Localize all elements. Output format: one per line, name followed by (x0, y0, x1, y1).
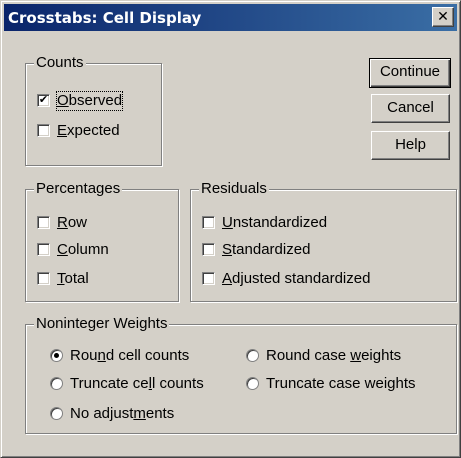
row-checkbox-box[interactable] (37, 216, 50, 229)
residuals-group-label: Residuals (199, 180, 269, 198)
total-checkbox-box[interactable] (37, 272, 50, 285)
residuals-group: Residuals Unstandardized Standardized Ad… (190, 180, 457, 302)
truncate-case-weights-radio-button[interactable] (246, 377, 259, 390)
percentages-group-label: Percentages (34, 180, 123, 198)
counts-group-label: Counts (34, 54, 86, 72)
no-adjustments-label: No adjustments (70, 405, 175, 422)
adjusted-standardized-checkbox-box[interactable] (202, 272, 215, 285)
truncate-cell-counts-label: Truncate cell counts (70, 375, 204, 392)
round-case-weights-radio-button[interactable] (246, 349, 259, 362)
column-checkbox-box[interactable] (37, 243, 50, 256)
round-cell-counts-label: Round cell counts (70, 347, 190, 364)
noninteger-weights-group-label: Noninteger Weights (34, 315, 170, 333)
row-label: Row (57, 214, 88, 231)
truncate-case-weights-label: Truncate case weights (266, 375, 416, 392)
unstandardized-label: Unstandardized (222, 214, 328, 231)
percentages-group: Percentages Row Column Total (25, 180, 179, 302)
help-button[interactable]: Help (371, 131, 450, 160)
crosstabs-cell-display-dialog: Crosstabs: Cell Display ✕ Counts ✔ Obser… (0, 0, 461, 458)
expected-checkbox-box[interactable] (37, 124, 50, 137)
counts-group: Counts ✔ Observed Expected (25, 54, 162, 166)
column-label: Column (57, 241, 109, 258)
truncate-cell-counts-radio-button[interactable] (50, 377, 63, 390)
window-title: Crosstabs: Cell Display (8, 9, 202, 27)
observed-label: Observed (55, 91, 124, 111)
adjusted-standardized-label: Adjusted standardized (222, 270, 371, 287)
round-case-weights-label: Round case weights (266, 347, 402, 364)
radio-selected-dot (54, 353, 59, 358)
continue-button[interactable]: Continue (369, 58, 451, 88)
title-bar[interactable]: Crosstabs: Cell Display ✕ (4, 4, 457, 31)
checkmark-icon: ✔ (38, 94, 49, 106)
noninteger-weights-group: Noninteger Weights Round cell counts Rou… (25, 315, 457, 434)
close-button[interactable]: ✕ (432, 7, 454, 27)
standardized-checkbox-box[interactable] (202, 243, 215, 256)
no-adjustments-radio-button[interactable] (50, 407, 63, 420)
round-cell-counts-radio-button[interactable] (50, 349, 63, 362)
expected-label: Expected (57, 122, 120, 139)
observed-checkbox-box[interactable]: ✔ (37, 94, 50, 107)
total-label: Total (57, 270, 89, 287)
unstandardized-checkbox-box[interactable] (202, 216, 215, 229)
standardized-label: Standardized (222, 241, 311, 258)
cancel-button[interactable]: Cancel (371, 94, 450, 123)
